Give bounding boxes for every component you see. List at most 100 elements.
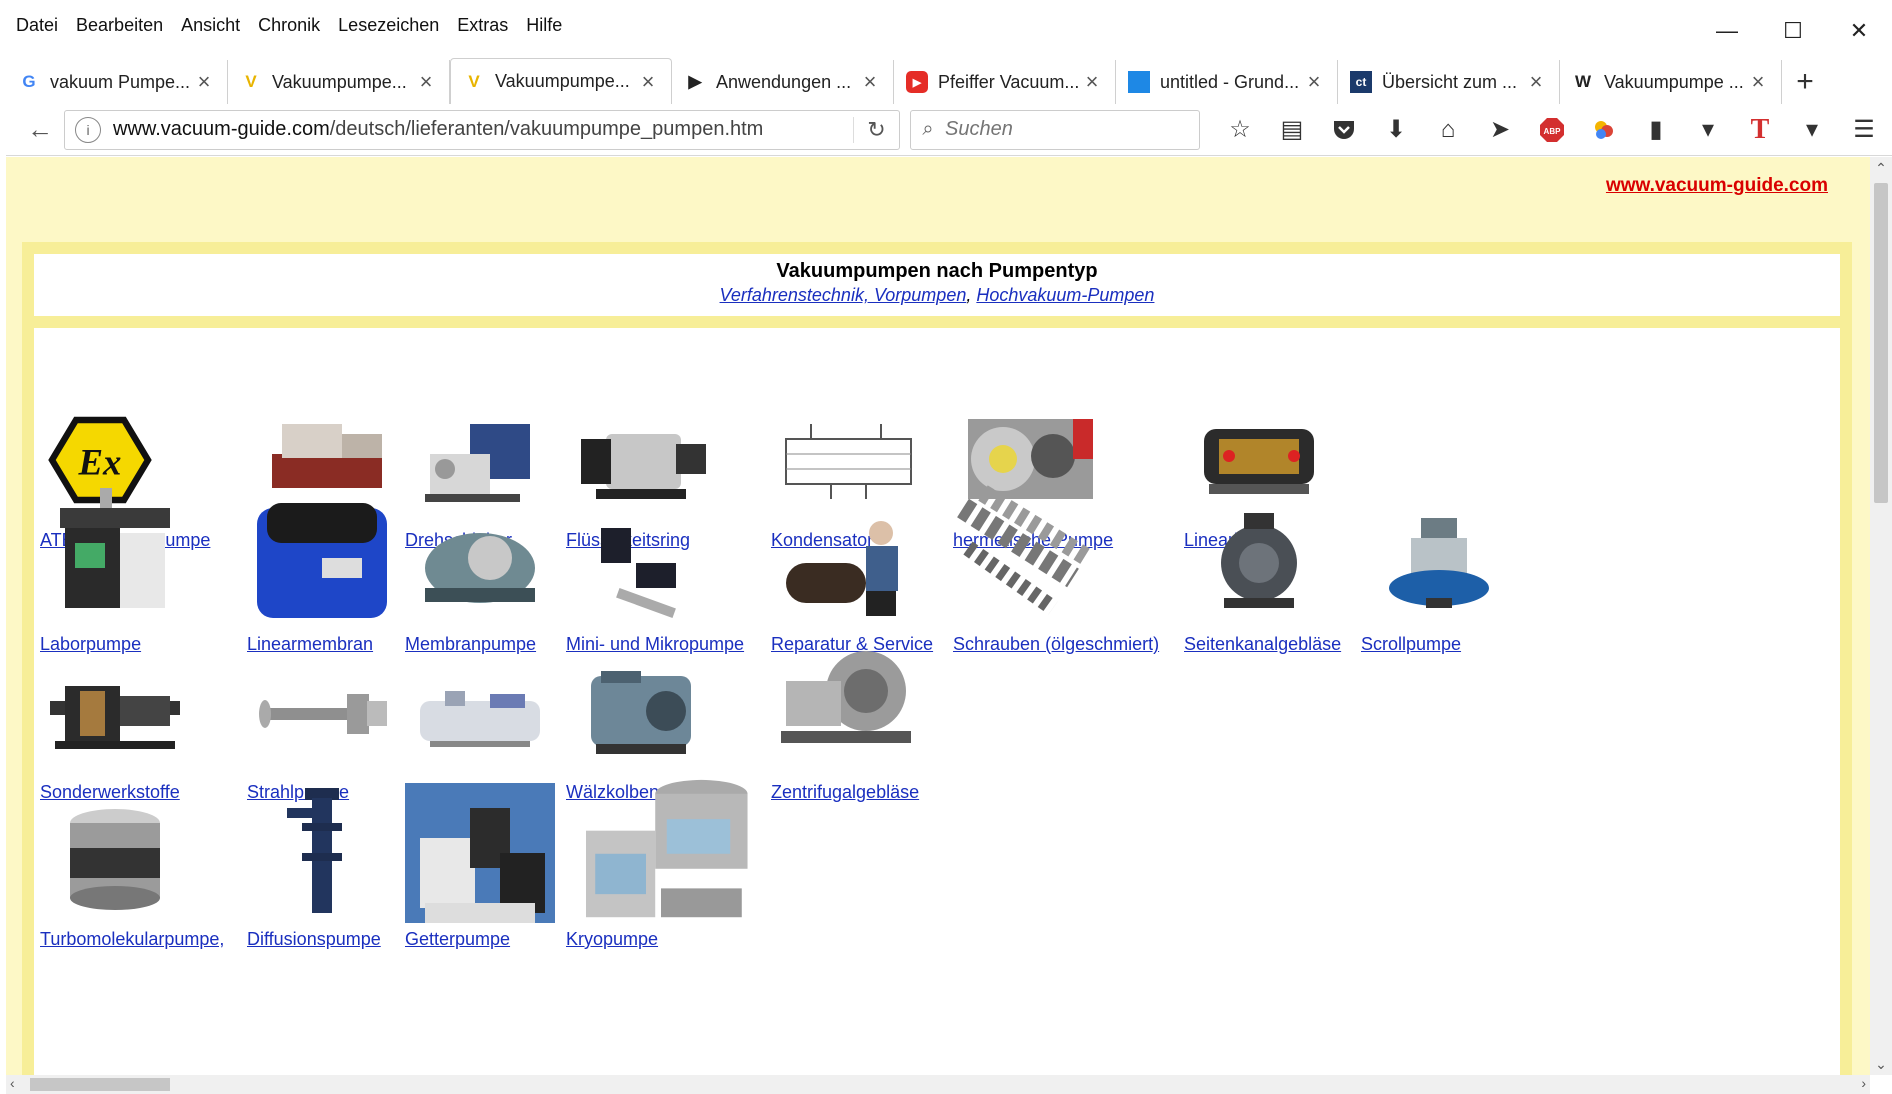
pump-tile: Zentrifugalgebläse	[771, 626, 1011, 803]
back-button[interactable]: ←	[16, 110, 64, 150]
link-verfahrenstechnik[interactable]: Verfahrenstechnik, Vorpumpen	[720, 285, 967, 305]
turbomolecular-pump-image-drawing	[70, 809, 160, 910]
close-tab-icon[interactable]: ×	[1303, 69, 1325, 95]
jet-pump-image-drawing	[259, 694, 387, 734]
bookmark-star-icon[interactable]: ☆	[1214, 110, 1266, 150]
ct-icon: ct	[1350, 71, 1372, 93]
menu-chronik[interactable]: Chronik	[249, 15, 329, 36]
menu-bearbeiten[interactable]: Bearbeiten	[67, 15, 172, 36]
pump-link[interactable]: Turbomolekularpumpe,	[40, 929, 280, 950]
document-icon: ■	[1128, 71, 1150, 93]
site-home-link[interactable]: www.vacuum-guide.com	[1606, 175, 1828, 197]
url-bar[interactable]: i www.vacuum-guide.com/deutsch/lieferant…	[64, 109, 900, 150]
tab-5[interactable]: ■ untitled - Grund... ×	[1116, 60, 1338, 104]
scroll-down-icon[interactable]: ⌄	[1870, 1053, 1892, 1075]
menu-lesezeichen[interactable]: Lesezeichen	[329, 15, 448, 36]
minimize-button[interactable]: —	[1694, 8, 1760, 54]
special-materials-pump-image[interactable]	[40, 626, 280, 776]
close-tab-icon[interactable]: ×	[859, 69, 881, 95]
roots-pump-image[interactable]	[566, 626, 806, 776]
scroll-up-icon[interactable]: ⌃	[1870, 157, 1892, 179]
centrifugal-blower-image-drawing	[781, 651, 911, 743]
close-tab-icon[interactable]: ×	[1081, 69, 1103, 95]
new-tab-button[interactable]: +	[1782, 60, 1828, 104]
tab-title: untitled - Grund...	[1160, 71, 1300, 92]
getter-pump-image-drawing	[405, 783, 555, 923]
maximize-button[interactable]: ☐	[1760, 8, 1826, 54]
link-separator: ,	[966, 285, 977, 305]
menu-datei[interactable]: Datei	[6, 15, 67, 36]
pump-tile: Scrollpumpe	[1361, 478, 1601, 655]
side-channel-blower-image-drawing	[1221, 513, 1297, 608]
special-materials-pump-image-drawing	[50, 686, 180, 749]
close-tab-icon[interactable]: ×	[1747, 69, 1769, 95]
turbomolecular-pump-image[interactable]	[40, 773, 280, 923]
menu-extras[interactable]: Extras	[448, 15, 517, 36]
mini-pump-image[interactable]	[566, 478, 806, 628]
adblock-icon[interactable]: ABP	[1526, 110, 1578, 150]
close-tab-icon[interactable]: ×	[637, 69, 659, 95]
screw-rotor-image[interactable]	[953, 478, 1193, 628]
diffusion-pump-image-drawing	[287, 788, 342, 913]
scroll-left-icon[interactable]: ‹	[10, 1075, 15, 1091]
home-icon[interactable]: ⌂	[1422, 110, 1474, 150]
tab-4[interactable]: ▶ Pfeiffer Vacuum... ×	[894, 60, 1116, 104]
pump-link[interactable]: Scrollpumpe	[1361, 634, 1601, 655]
tab-title: Vakuumpumpe...	[272, 71, 407, 92]
cryo-pump-image-drawing	[586, 779, 748, 918]
tab-title: vakuum Pumpe...	[50, 71, 191, 92]
send-icon[interactable]: ➤	[1474, 110, 1526, 150]
dropdown-arrow-icon[interactable]: ▾	[1682, 110, 1734, 150]
hamburger-menu-icon[interactable]: ☰	[1838, 110, 1890, 150]
lab-pump-image[interactable]	[40, 478, 280, 628]
url-path: /deutsch/lieferanten/vakuumpumpe_pumpen.…	[329, 118, 764, 140]
horizontal-scrollbar[interactable]: ‹ ›	[6, 1075, 1870, 1094]
scroll-pump-image-drawing	[1389, 518, 1489, 608]
pump-link[interactable]: Kryopumpe	[566, 929, 806, 950]
reload-icon[interactable]: ↻	[853, 116, 899, 143]
vertical-scrollbar[interactable]: ⌃ ⌄	[1870, 157, 1892, 1075]
horizontal-scroll-thumb[interactable]	[30, 1078, 170, 1091]
url-host: www.vacuum-guide.com	[113, 118, 330, 140]
tab-1[interactable]: V Vakuumpumpe... ×	[228, 60, 450, 104]
tab-title: Anwendungen ...	[716, 71, 852, 92]
search-bar[interactable]: ⌕	[910, 109, 1200, 150]
pump-tile: Turbomolekularpumpe,	[40, 773, 280, 950]
tab-title: Vakuumpumpe ...	[1604, 71, 1744, 92]
youtube-icon: ▶	[906, 71, 928, 93]
download-icon[interactable]: ⬇	[1370, 110, 1422, 150]
text-extension-icon[interactable]: T	[1734, 110, 1786, 150]
roots-pump-image-drawing	[591, 671, 691, 754]
scroll-right-icon[interactable]: ›	[1861, 1075, 1866, 1091]
dropdown-arrow-icon[interactable]: ▾	[1786, 110, 1838, 150]
url-text[interactable]: www.vacuum-guide.com/deutsch/lieferanten…	[113, 118, 853, 141]
tab-7[interactable]: W Vakuumpumpe ... ×	[1560, 60, 1782, 104]
page-viewport: www.vacuum-guide.com Vakuumpumpen nach P…	[6, 157, 1870, 1075]
tab-bar: Gvakuum Pumpe... × V Vakuumpumpe... × V Vakuum…	[6, 56, 1892, 104]
menu-ansicht[interactable]: Ansicht	[172, 15, 249, 36]
pocket-icon[interactable]	[1318, 110, 1370, 150]
color-extension-icon[interactable]	[1578, 110, 1630, 150]
close-tab-icon[interactable]: ×	[193, 69, 215, 95]
search-input[interactable]	[945, 118, 1185, 141]
vertical-scroll-thumb[interactable]	[1874, 183, 1888, 503]
centrifugal-blower-image[interactable]	[771, 626, 1011, 776]
scroll-pump-image[interactable]	[1361, 478, 1601, 628]
tab-0[interactable]: Gvakuum Pumpe... ×	[6, 60, 228, 104]
tab-3[interactable]: ▶ Anwendungen ... ×	[672, 60, 894, 104]
close-window-button[interactable]: ✕	[1826, 8, 1892, 54]
bookmarks-library-icon[interactable]: ▤	[1266, 110, 1318, 150]
close-tab-icon[interactable]: ×	[415, 69, 437, 95]
tab-2[interactable]: V Vakuumpumpe... ×	[450, 58, 672, 104]
tab-6[interactable]: ct Übersicht zum ... ×	[1338, 60, 1560, 104]
cryo-pump-image[interactable]	[566, 773, 806, 923]
site-info-icon[interactable]: i	[75, 116, 101, 143]
svg-text:Ex: Ex	[78, 441, 122, 482]
pump-link[interactable]: Zentrifugalgebläse	[771, 782, 1011, 803]
svg-text:ABP: ABP	[1544, 127, 1562, 136]
close-tab-icon[interactable]: ×	[1525, 69, 1547, 95]
menu-hilfe[interactable]: Hilfe	[517, 15, 571, 36]
clipboard-icon[interactable]: ▮	[1630, 110, 1682, 150]
link-hochvakuum[interactable]: Hochvakuum-Pumpen	[976, 285, 1154, 305]
lab-pump-image-drawing	[60, 488, 170, 608]
